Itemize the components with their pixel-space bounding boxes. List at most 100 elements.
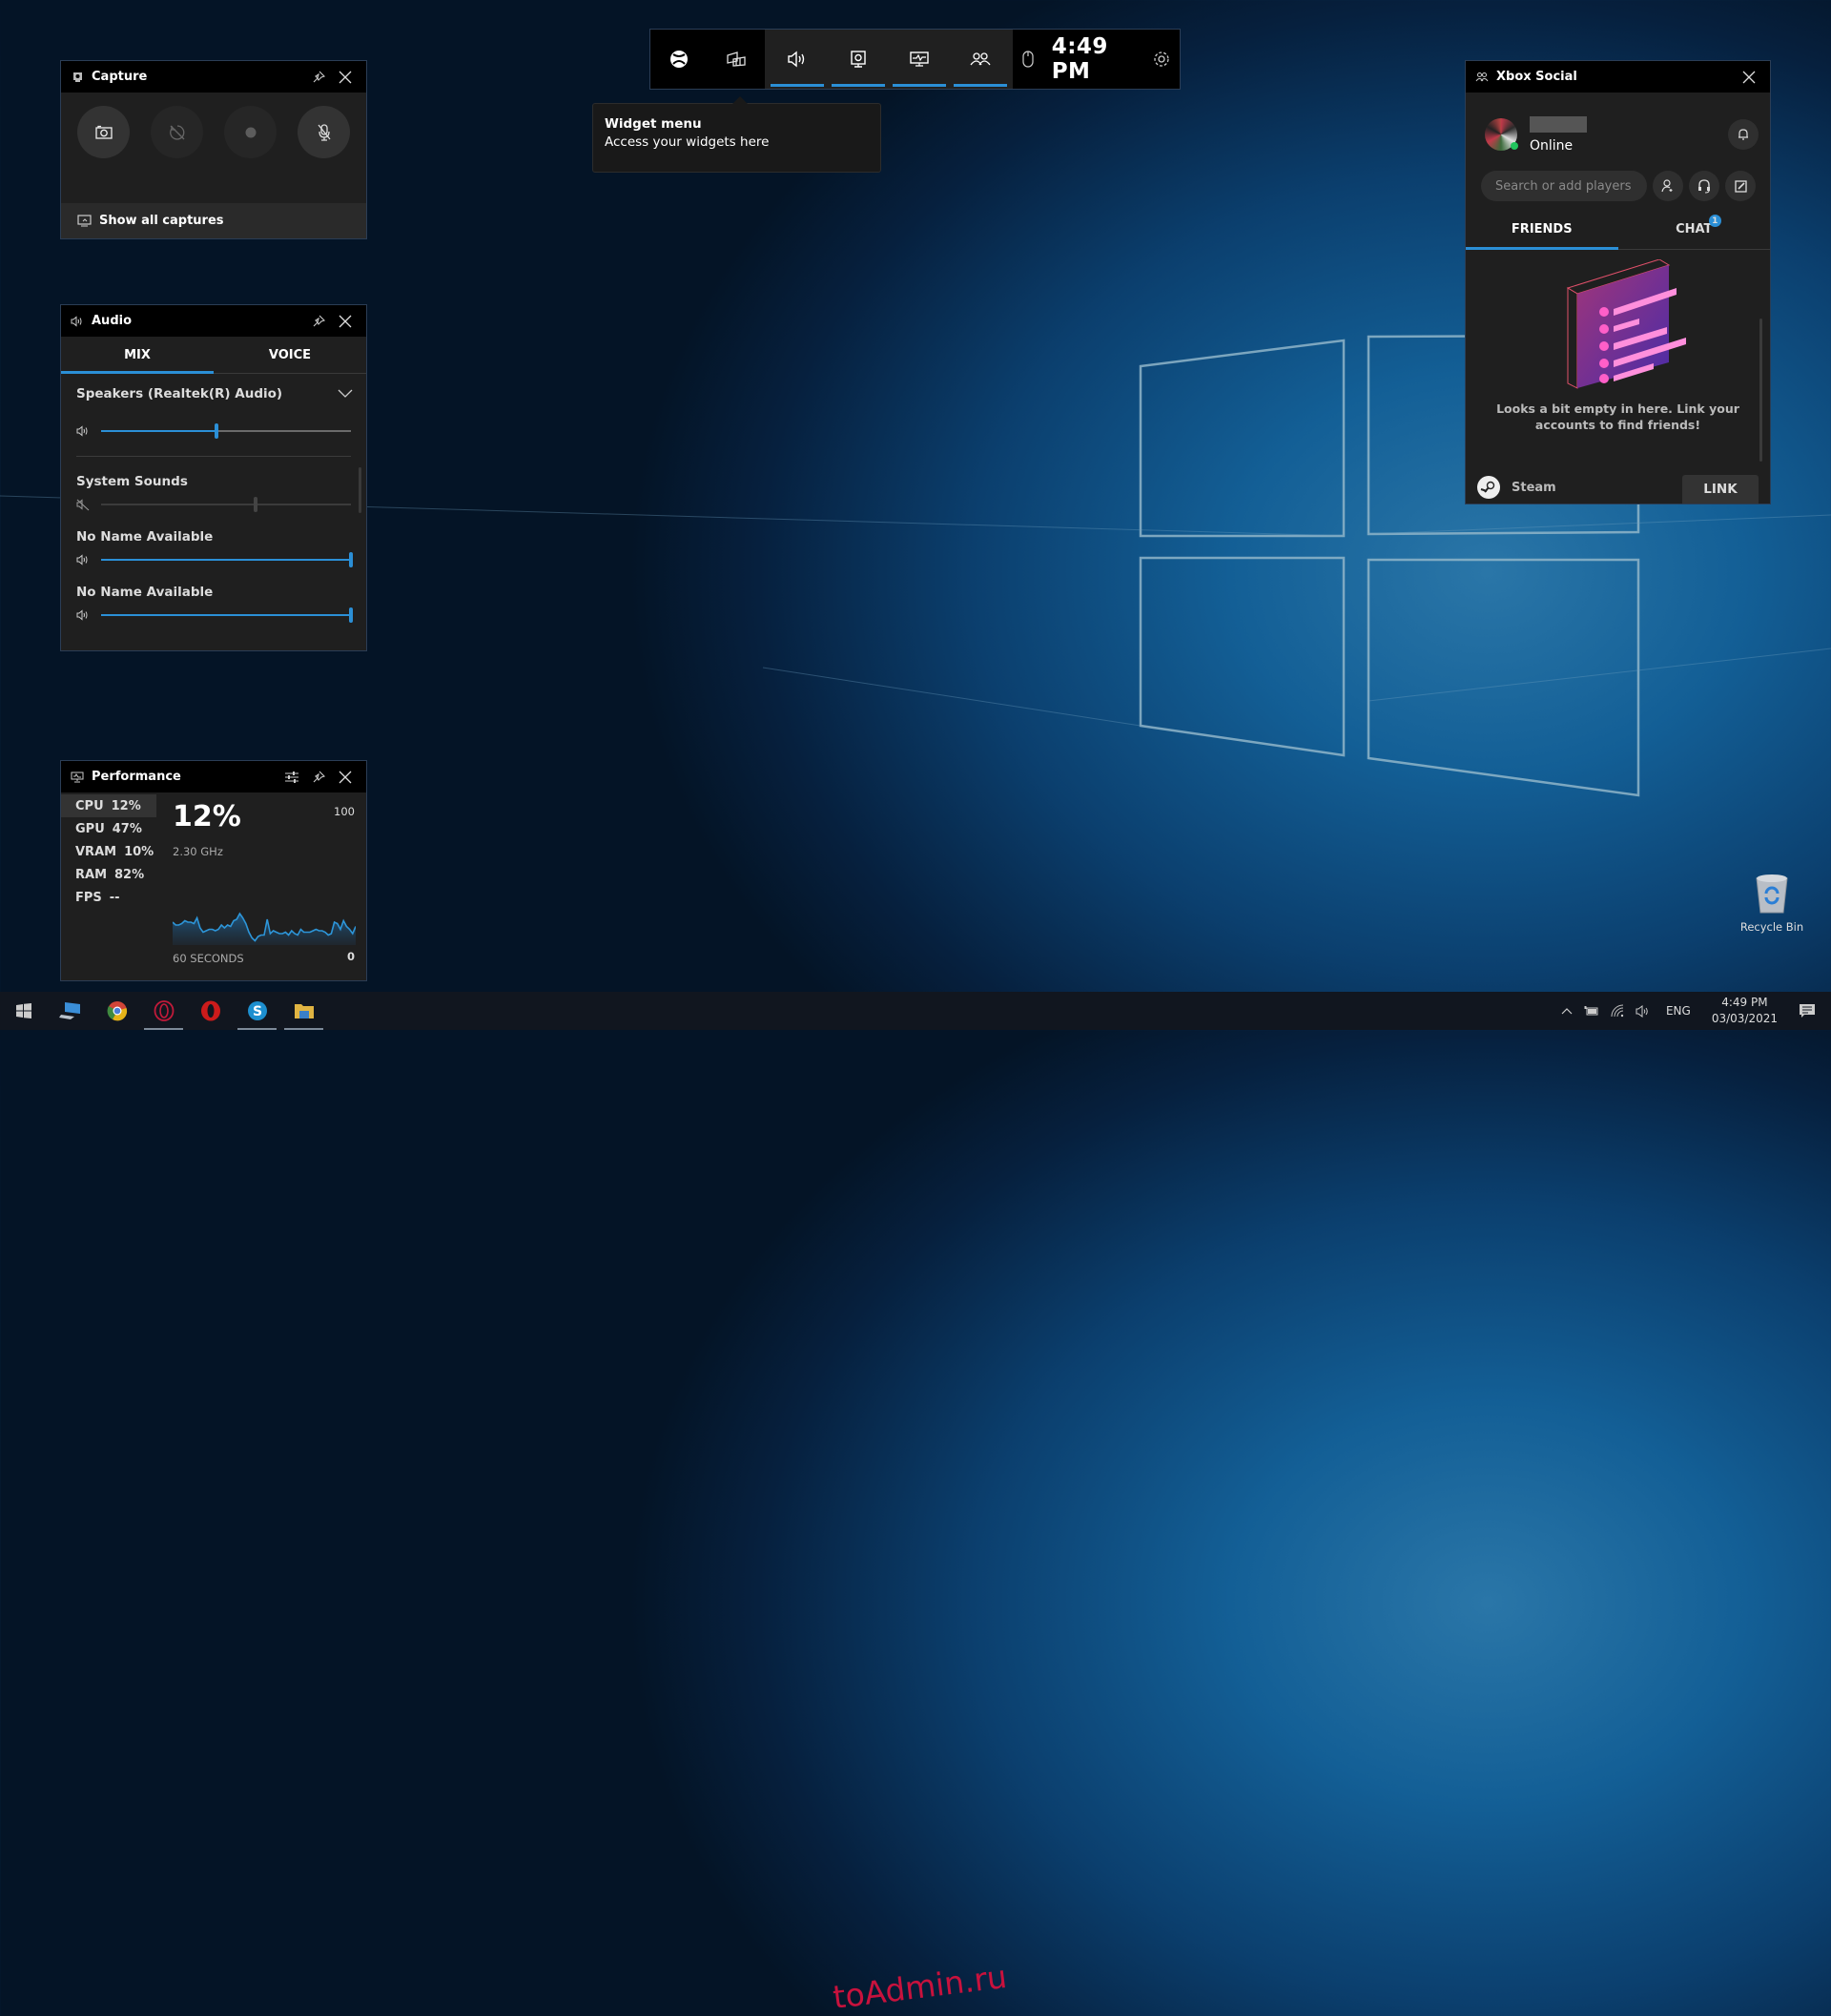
recycle-bin-shortcut[interactable]: Recycle Bin — [1734, 873, 1810, 934]
show-hidden-icons-button[interactable] — [1555, 1007, 1578, 1015]
search-players-input[interactable] — [1481, 171, 1647, 201]
graph-min-label: 0 — [346, 950, 355, 963]
bell-icon — [1738, 128, 1749, 141]
pin-button[interactable] — [305, 764, 332, 791]
skype-icon: S — [247, 1000, 268, 1021]
game-bar: 4:49 PM — [649, 29, 1181, 90]
audio-widget-button[interactable] — [767, 30, 828, 89]
metric-gpu[interactable]: GPU 47% — [61, 817, 156, 840]
start-recording-button[interactable] — [224, 106, 277, 158]
scrollbar[interactable] — [1759, 319, 1762, 462]
close-icon — [339, 315, 352, 328]
sliders-icon — [284, 771, 299, 784]
battery-button[interactable] — [1578, 1005, 1605, 1017]
cpu-usage-graph — [173, 912, 356, 945]
speaker-icon[interactable] — [76, 425, 97, 437]
mouse-button[interactable] — [1013, 30, 1044, 89]
folder-icon — [294, 1002, 315, 1019]
taskbar-this-pc[interactable] — [47, 992, 93, 1030]
presence-status: Online — [1530, 137, 1574, 154]
slider-thumb[interactable] — [349, 552, 353, 567]
notifications-icon — [1799, 1003, 1816, 1018]
device-volume-slider[interactable] — [101, 423, 351, 439]
taskbar-skype[interactable]: S — [234, 992, 280, 1030]
metric-ram[interactable]: RAM 82% — [61, 863, 156, 886]
record-dot-icon — [245, 127, 257, 138]
tab-friends[interactable]: FRIENDS — [1466, 209, 1618, 250]
pin-button[interactable] — [305, 308, 332, 335]
output-device-select[interactable]: Speakers (Realtek(R) Audio) — [61, 374, 366, 414]
performance-icon — [71, 771, 84, 784]
clock: 4:49 PM — [1051, 34, 1108, 84]
clock-button[interactable]: 4:49 PM 03/03/2021 — [1700, 995, 1789, 1027]
slider-thumb[interactable] — [214, 423, 218, 439]
speaker-icon[interactable] — [76, 609, 97, 621]
taskbar-opera-gx[interactable] — [140, 992, 187, 1030]
app-volume-slider[interactable] — [101, 607, 353, 623]
capture-widget-button[interactable] — [828, 30, 889, 89]
notifications-button[interactable] — [1728, 119, 1759, 150]
system-sounds-volume-slider[interactable] — [101, 497, 351, 512]
party-chat-button[interactable] — [1689, 171, 1719, 201]
taskbar: S toAdmin.ru ENG 4:49 PM 03/03/2021 — [0, 992, 1831, 2016]
taskbar-file-explorer[interactable] — [280, 992, 327, 1030]
widget-menu-icon — [726, 51, 747, 68]
metric-vram[interactable]: VRAM 10% — [61, 840, 156, 863]
close-button[interactable] — [1736, 64, 1762, 91]
headset-icon — [1697, 178, 1711, 194]
slider-thumb[interactable] — [254, 497, 258, 512]
add-friend-button[interactable] — [1653, 171, 1683, 201]
slider-thumb[interactable] — [349, 607, 353, 623]
audio-title-bar[interactable]: Audio — [61, 305, 366, 337]
metric-cpu[interactable]: CPU 12% — [61, 794, 156, 817]
compose-message-button[interactable] — [1725, 171, 1756, 201]
input-language-button[interactable]: ENG — [1656, 1004, 1700, 1018]
compose-icon — [1734, 179, 1747, 193]
recycle-bin-icon — [1754, 873, 1790, 915]
settings-button[interactable] — [1143, 30, 1180, 89]
performance-title: Performance — [92, 770, 181, 784]
avatar[interactable] — [1485, 118, 1518, 151]
social-widget-button[interactable] — [950, 30, 1011, 89]
metric-value: -- — [109, 890, 120, 905]
scrollbar[interactable] — [359, 467, 361, 513]
performance-widget-button[interactable] — [889, 30, 950, 89]
show-all-captures-link[interactable]: Show all captures — [61, 203, 366, 238]
watermark: toAdmin.ru — [831, 1957, 1009, 2016]
record-last-30-button[interactable] — [151, 106, 203, 158]
tab-voice[interactable]: VOICE — [214, 337, 366, 373]
network-button[interactable] — [1605, 1004, 1630, 1018]
taskbar-opera[interactable] — [187, 992, 234, 1030]
metric-fps[interactable]: FPS -- — [61, 886, 156, 909]
chevron-up-icon — [1561, 1007, 1573, 1015]
pin-button[interactable] — [305, 64, 332, 91]
tab-chat[interactable]: CHAT 1 — [1618, 209, 1771, 249]
link-steam-button[interactable]: LINK — [1682, 475, 1759, 504]
close-button[interactable] — [332, 64, 359, 91]
options-button[interactable] — [278, 764, 305, 791]
chrome-icon — [107, 1000, 128, 1021]
social-title-bar[interactable]: Xbox Social — [1466, 61, 1770, 93]
speaker-icon[interactable] — [76, 554, 97, 566]
capture-icon — [71, 71, 84, 84]
taskbar-chrome[interactable] — [93, 992, 140, 1030]
action-center-button[interactable] — [1789, 1003, 1831, 1018]
mic-toggle-button[interactable] — [298, 106, 350, 158]
taskbar-time: 4:49 PM — [1721, 996, 1768, 1009]
xbox-button[interactable] — [650, 30, 708, 89]
app-volume-slider[interactable] — [101, 552, 353, 567]
start-button[interactable] — [0, 992, 47, 1030]
close-button[interactable] — [332, 764, 359, 791]
performance-title-bar[interactable]: Performance — [61, 761, 366, 792]
volume-button[interactable] — [1630, 1004, 1656, 1018]
tooltip-text: Access your widgets here — [605, 134, 770, 150]
screenshot-button[interactable] — [77, 106, 130, 158]
capture-title-bar[interactable]: Capture — [61, 61, 366, 93]
close-button[interactable] — [332, 308, 359, 335]
speaker-icon — [787, 51, 808, 68]
social-title: Xbox Social — [1496, 70, 1577, 84]
metric-list: CPU 12% GPU 47% VRAM 10% RAM 82% FPS -- — [61, 792, 156, 978]
widget-menu-button[interactable] — [708, 30, 765, 89]
tab-mix[interactable]: MIX — [61, 337, 214, 374]
muted-speaker-icon[interactable] — [76, 498, 97, 511]
